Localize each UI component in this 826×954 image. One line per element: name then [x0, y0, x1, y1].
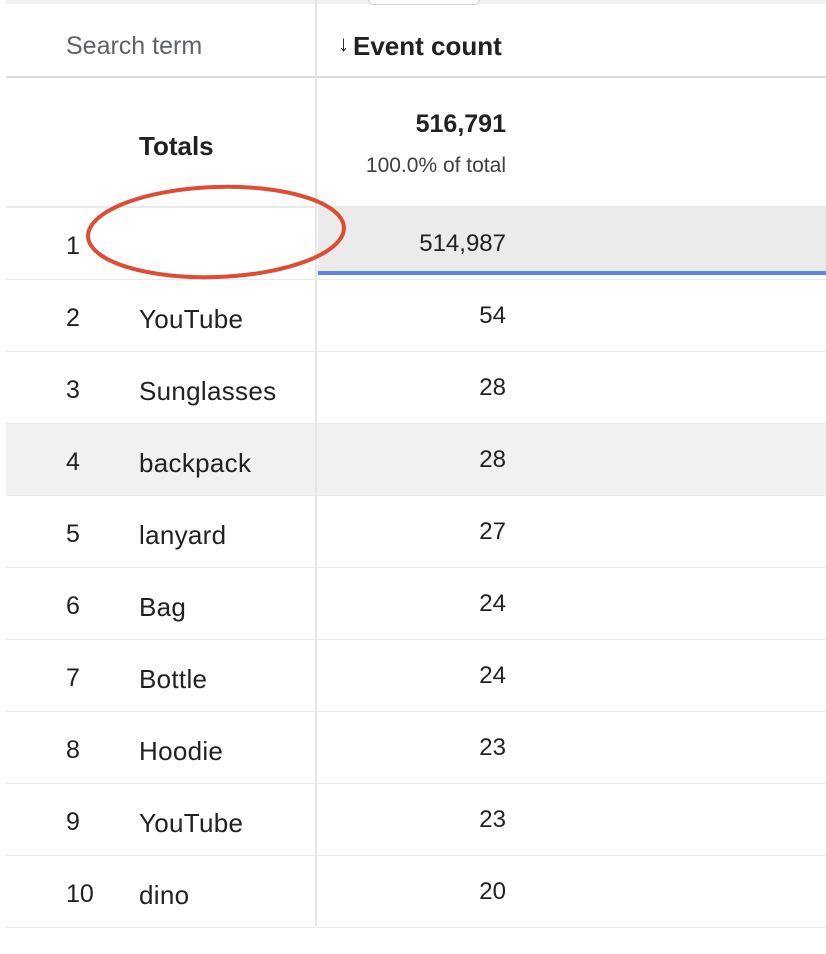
event-count-cell: 24: [479, 662, 506, 689]
column-divider: [315, 0, 317, 926]
event-count-cell: 23: [479, 734, 506, 761]
search-term-cell: YouTube: [139, 304, 244, 334]
event-count-cell: 28: [479, 374, 506, 401]
event-count-cell: 27: [479, 518, 506, 545]
table-row[interactable]: 8 Hoodie 23: [6, 712, 826, 784]
row-index: 3: [66, 376, 80, 404]
row-index: 9: [66, 808, 80, 836]
search-term-cell: Sunglasses: [139, 376, 277, 406]
table-row[interactable]: 6 Bag 24: [6, 568, 826, 640]
totals-percent: 100.0% of total: [365, 154, 506, 177]
row-index: 4: [66, 448, 80, 476]
event-count-column-header[interactable]: ↓ Event count: [338, 31, 502, 62]
event-count-cell: 28: [479, 446, 506, 473]
event-count-label: Event count: [353, 31, 502, 61]
search-term-cell: backpack: [139, 448, 252, 478]
event-count-cell: 514,987: [419, 230, 506, 257]
totals-row: Totals 516,791 100.0% of total: [6, 78, 826, 208]
arrow-down-icon: ↓: [338, 30, 349, 56]
search-term-column-header[interactable]: Search term: [66, 32, 202, 61]
event-count-cell: 54: [479, 302, 506, 329]
row-index: 7: [66, 664, 80, 692]
search-term-cell: dino: [139, 880, 190, 910]
search-term-cell: YouTube: [139, 808, 244, 838]
table-header: Search term ↓ Event count: [6, 4, 826, 78]
search-term-cell: Hoodie: [139, 736, 224, 766]
row-index: 6: [66, 592, 80, 620]
row-index: 8: [66, 736, 80, 764]
search-term-cell: lanyard: [139, 520, 227, 550]
table-row[interactable]: 3 Sunglasses 28: [6, 352, 826, 424]
search-term-cell: Bag: [139, 592, 187, 622]
table-row[interactable]: 7 Bottle 24: [6, 640, 826, 712]
row-index: 1: [66, 232, 80, 260]
event-count-cell: 20: [479, 878, 506, 905]
totals-label: Totals: [139, 131, 214, 161]
table-row[interactable]: 9 YouTube 23: [6, 784, 826, 856]
table-row[interactable]: 4 backpack 28: [6, 424, 826, 496]
table-row[interactable]: 1 514,987: [6, 208, 826, 280]
row-index: 2: [66, 304, 80, 332]
table-row[interactable]: 10 dino 20: [6, 856, 826, 928]
row-index: 5: [66, 520, 80, 548]
event-count-cell: 24: [479, 590, 506, 617]
totals-value: 516,791: [415, 110, 506, 138]
search-term-cell: Bottle: [139, 664, 208, 694]
report-table: Search term ↓ Event count Totals 516,791…: [6, 0, 826, 928]
table-row[interactable]: 5 lanyard 27: [6, 496, 826, 568]
event-count-cell: 23: [479, 806, 506, 833]
table-row[interactable]: 2 YouTube 54: [6, 280, 826, 352]
row-index: 10: [66, 880, 94, 908]
